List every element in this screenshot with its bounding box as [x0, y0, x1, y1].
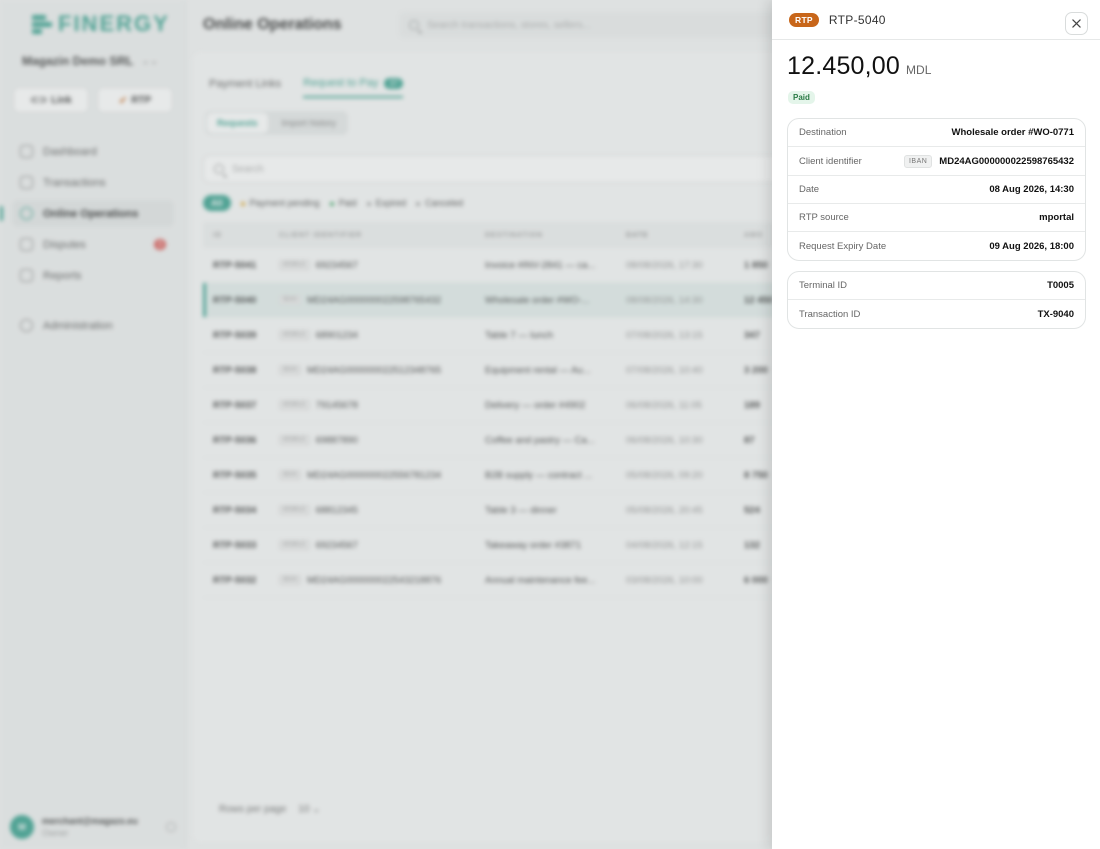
terminal-details-card: Terminal ID T0005 Transaction ID TX-9040 [787, 271, 1086, 329]
detail-label: Transaction ID [799, 308, 861, 320]
detail-row-client-identifier: Client identifier IBAN MD24AG000000022598… [788, 147, 1085, 176]
detail-row-destination: Destination Wholesale order #WO-0771 [788, 119, 1085, 147]
detail-row-transaction-id: Transaction ID TX-9040 [788, 300, 1085, 328]
request-details-card: Destination Wholesale order #WO-0771 Cli… [787, 118, 1086, 261]
detail-label: Date [799, 184, 820, 195]
drawer-header: RTP RTP-5040 [772, 0, 1100, 40]
detail-row-expiry-date: Request Expiry Date 09 Aug 2026, 18:00 [788, 232, 1085, 260]
detail-label: RTP source [799, 212, 849, 223]
detail-label: Destination [799, 127, 847, 138]
rtp-detail-drawer: RTP RTP-5040 12.450,00 MDL Paid Destinat… [772, 0, 1100, 849]
close-icon [1072, 19, 1081, 28]
detail-value: TX-9040 [1037, 308, 1074, 320]
detail-value: Wholesale order #WO-0771 [951, 127, 1074, 138]
detail-label: Request Expiry Date [799, 240, 887, 252]
amount-currency: MDL [906, 63, 932, 77]
detail-label: Terminal ID [799, 280, 848, 291]
detail-value: T0005 [1047, 280, 1074, 291]
amount-display: 12.450,00 MDL [787, 52, 931, 81]
detail-label: Client identifier [799, 155, 862, 167]
detail-value: MD24AG000000022598765432 [939, 155, 1074, 167]
modal-backdrop[interactable] [0, 0, 772, 849]
detail-value: 09 Aug 2026, 18:00 [989, 240, 1074, 252]
status-badge: Paid [788, 91, 815, 104]
request-id: RTP-5040 [828, 12, 886, 27]
close-button[interactable] [1065, 12, 1088, 35]
detail-value: 08 Aug 2026, 14:30 [989, 184, 1074, 195]
iban-tag: IBAN [903, 154, 933, 168]
detail-value: mportal [1039, 212, 1074, 223]
amount-value: 12.450,00 [787, 52, 901, 80]
detail-row-rtp-source: RTP source mportal [788, 204, 1085, 232]
detail-row-date: Date 08 Aug 2026, 14:30 [788, 176, 1085, 204]
detail-row-terminal-id: Terminal ID T0005 [788, 272, 1085, 300]
rtp-type-badge: RTP [789, 12, 819, 27]
